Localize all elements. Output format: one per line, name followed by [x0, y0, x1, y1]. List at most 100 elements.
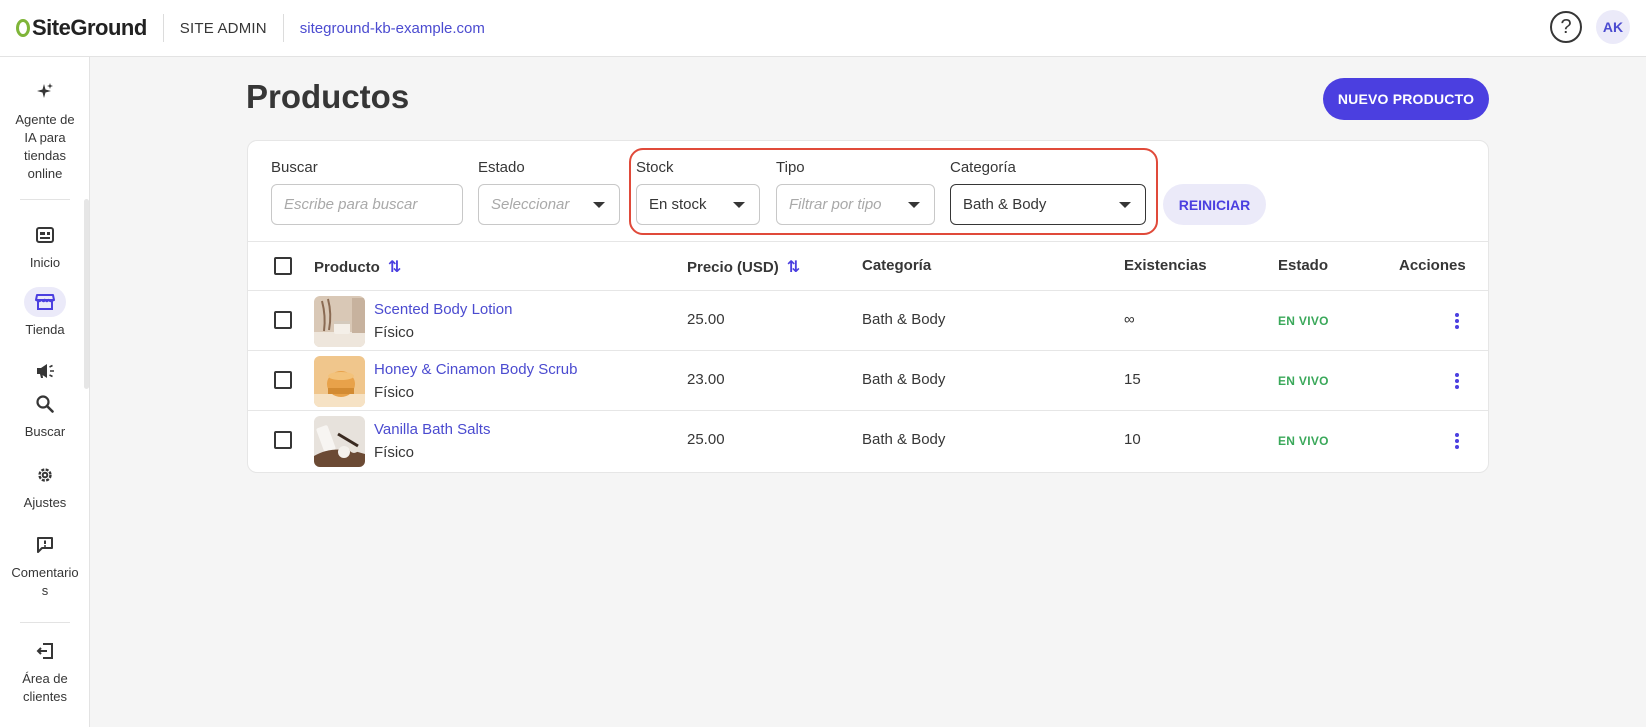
- avatar[interactable]: AK: [1596, 10, 1630, 44]
- product-category: Bath & Body: [862, 371, 946, 388]
- sort-icon[interactable]: ⇅: [787, 257, 800, 277]
- status-badge: EN VIVO: [1278, 374, 1329, 388]
- search-icon: [24, 389, 66, 419]
- top-bar: SiteGround SITE ADMIN siteground-kb-exam…: [0, 0, 1646, 57]
- sort-icon[interactable]: ⇅: [388, 257, 401, 277]
- top-right-actions: ? AK: [1550, 10, 1630, 44]
- sidebar-item-label: Comentarios: [11, 565, 79, 598]
- exit-icon: [24, 636, 66, 666]
- comment-alert-icon: [24, 530, 66, 560]
- status-badge: EN VIVO: [1278, 314, 1329, 328]
- row-checkbox[interactable]: [274, 311, 292, 329]
- sidebar-item-inicio[interactable]: Inicio: [0, 220, 90, 272]
- row-checkbox[interactable]: [274, 431, 292, 449]
- product-price: 23.00: [687, 371, 725, 388]
- chevron-down-icon: [908, 202, 920, 208]
- product-price: 25.00: [687, 311, 725, 328]
- table-row[interactable]: Vanilla Bath Salts Físico 25.00 Bath & B…: [247, 411, 1489, 471]
- row-actions-menu-icon[interactable]: [1452, 371, 1462, 391]
- product-stock: 10: [1124, 431, 1141, 448]
- tipo-label: Tipo: [776, 159, 805, 176]
- product-category: Bath & Body: [862, 431, 946, 448]
- column-header-precio[interactable]: Precio (USD) ⇅: [687, 257, 800, 277]
- siteground-logo[interactable]: SiteGround: [16, 15, 147, 41]
- sidebar-item-buscar[interactable]: Buscar: [0, 389, 90, 441]
- sidebar-scrollbar[interactable]: [84, 199, 89, 389]
- estado-select[interactable]: Seleccionar: [478, 184, 620, 225]
- row-checkbox[interactable]: [274, 371, 292, 389]
- site-admin-label: SITE ADMIN: [179, 19, 267, 37]
- sidebar-item-area-clientes[interactable]: Área de clientes: [0, 636, 90, 706]
- column-header-producto[interactable]: Producto ⇅: [314, 257, 401, 277]
- column-label: Acciones: [1399, 257, 1466, 274]
- sidebar-item-label: Agente de IA para tiendas online: [15, 112, 75, 181]
- chevron-down-icon: [733, 202, 745, 208]
- table-header: Producto ⇅ Precio (USD) ⇅ Categoría Exis…: [247, 241, 1489, 291]
- column-label: Producto: [314, 258, 380, 276]
- product-name-link[interactable]: Honey & Cinamon Body Scrub: [374, 361, 577, 378]
- sidebar-item-tienda[interactable]: Tienda: [0, 287, 90, 339]
- sidebar-item-label: Inicio: [29, 255, 61, 270]
- status-badge: EN VIVO: [1278, 434, 1329, 448]
- divider: [282, 14, 284, 42]
- stock-value: En stock: [649, 196, 707, 213]
- gear-icon: [24, 460, 66, 490]
- column-header-categoria: Categoría: [862, 257, 931, 274]
- logo-text: SiteGround: [32, 15, 147, 40]
- megaphone-icon: [24, 356, 66, 386]
- column-label: Estado: [1278, 257, 1329, 274]
- column-label: Categoría: [862, 257, 932, 274]
- column-label: Existencias: [1124, 257, 1207, 274]
- product-type: Físico: [374, 324, 415, 341]
- chevron-down-icon: [1119, 202, 1131, 208]
- dashboard-icon: [24, 220, 66, 250]
- product-price: 25.00: [687, 431, 725, 448]
- tipo-select[interactable]: Filtrar por tipo: [776, 184, 935, 225]
- categoria-label: Categoría: [950, 159, 1016, 176]
- store-icon: [24, 287, 66, 317]
- product-stock: ∞: [1124, 311, 1135, 328]
- product-stock: 15: [1124, 371, 1141, 388]
- categoria-select[interactable]: Bath & Body: [950, 184, 1146, 225]
- divider: [162, 14, 164, 42]
- help-icon[interactable]: ?: [1550, 11, 1582, 43]
- table-row[interactable]: Scented Body Lotion Físico 25.00 Bath & …: [247, 291, 1489, 351]
- column-label: Precio (USD): [687, 258, 779, 276]
- chevron-down-icon: [593, 202, 605, 208]
- sidebar-item-label: Tienda: [25, 322, 65, 337]
- sidebar-item-ajustes[interactable]: Ajustes: [0, 460, 90, 512]
- column-header-existencias: Existencias: [1124, 257, 1207, 274]
- search-input[interactable]: Escribe para buscar: [271, 184, 463, 225]
- sidebar-divider: [20, 199, 70, 200]
- product-type: Físico: [374, 444, 415, 461]
- estado-placeholder: Seleccionar: [491, 196, 570, 213]
- site-domain-link[interactable]: siteground-kb-example.com: [300, 20, 485, 37]
- categoria-value: Bath & Body: [963, 196, 1047, 213]
- new-product-button[interactable]: NUEVO PRODUCTO: [1323, 78, 1489, 120]
- row-actions-menu-icon[interactable]: [1452, 431, 1462, 451]
- tipo-placeholder: Filtrar por tipo: [789, 196, 882, 213]
- search-label: Buscar: [271, 159, 318, 176]
- table-row[interactable]: Honey & Cinamon Body Scrub Físico 23.00 …: [247, 351, 1489, 411]
- select-all-checkbox[interactable]: [274, 257, 292, 275]
- product-category: Bath & Body: [862, 311, 946, 328]
- sidebar-item-marketing[interactable]: [0, 356, 90, 390]
- sidebar-divider: [20, 622, 70, 623]
- column-header-acciones: Acciones: [1399, 257, 1466, 274]
- product-type: Físico: [374, 384, 415, 401]
- sidebar-item-comentarios[interactable]: Comentarios: [0, 530, 90, 600]
- sparkle-icon: [24, 77, 66, 107]
- product-thumbnail[interactable]: [314, 356, 365, 407]
- sidebar-item-ai-agent[interactable]: Agente de IA para tiendas online: [0, 77, 90, 183]
- estado-label: Estado: [478, 159, 525, 176]
- stock-label: Stock: [636, 159, 674, 176]
- product-thumbnail[interactable]: [314, 296, 365, 347]
- row-actions-menu-icon[interactable]: [1452, 311, 1462, 331]
- product-name-link[interactable]: Vanilla Bath Salts: [374, 421, 490, 438]
- sidebar-item-label: Área de clientes: [22, 671, 68, 704]
- sidebar-item-label: Ajustes: [23, 495, 67, 510]
- reset-button[interactable]: REINICIAR: [1163, 184, 1266, 225]
- product-name-link[interactable]: Scented Body Lotion: [374, 301, 512, 318]
- product-thumbnail[interactable]: [314, 416, 365, 467]
- stock-select[interactable]: En stock: [636, 184, 760, 225]
